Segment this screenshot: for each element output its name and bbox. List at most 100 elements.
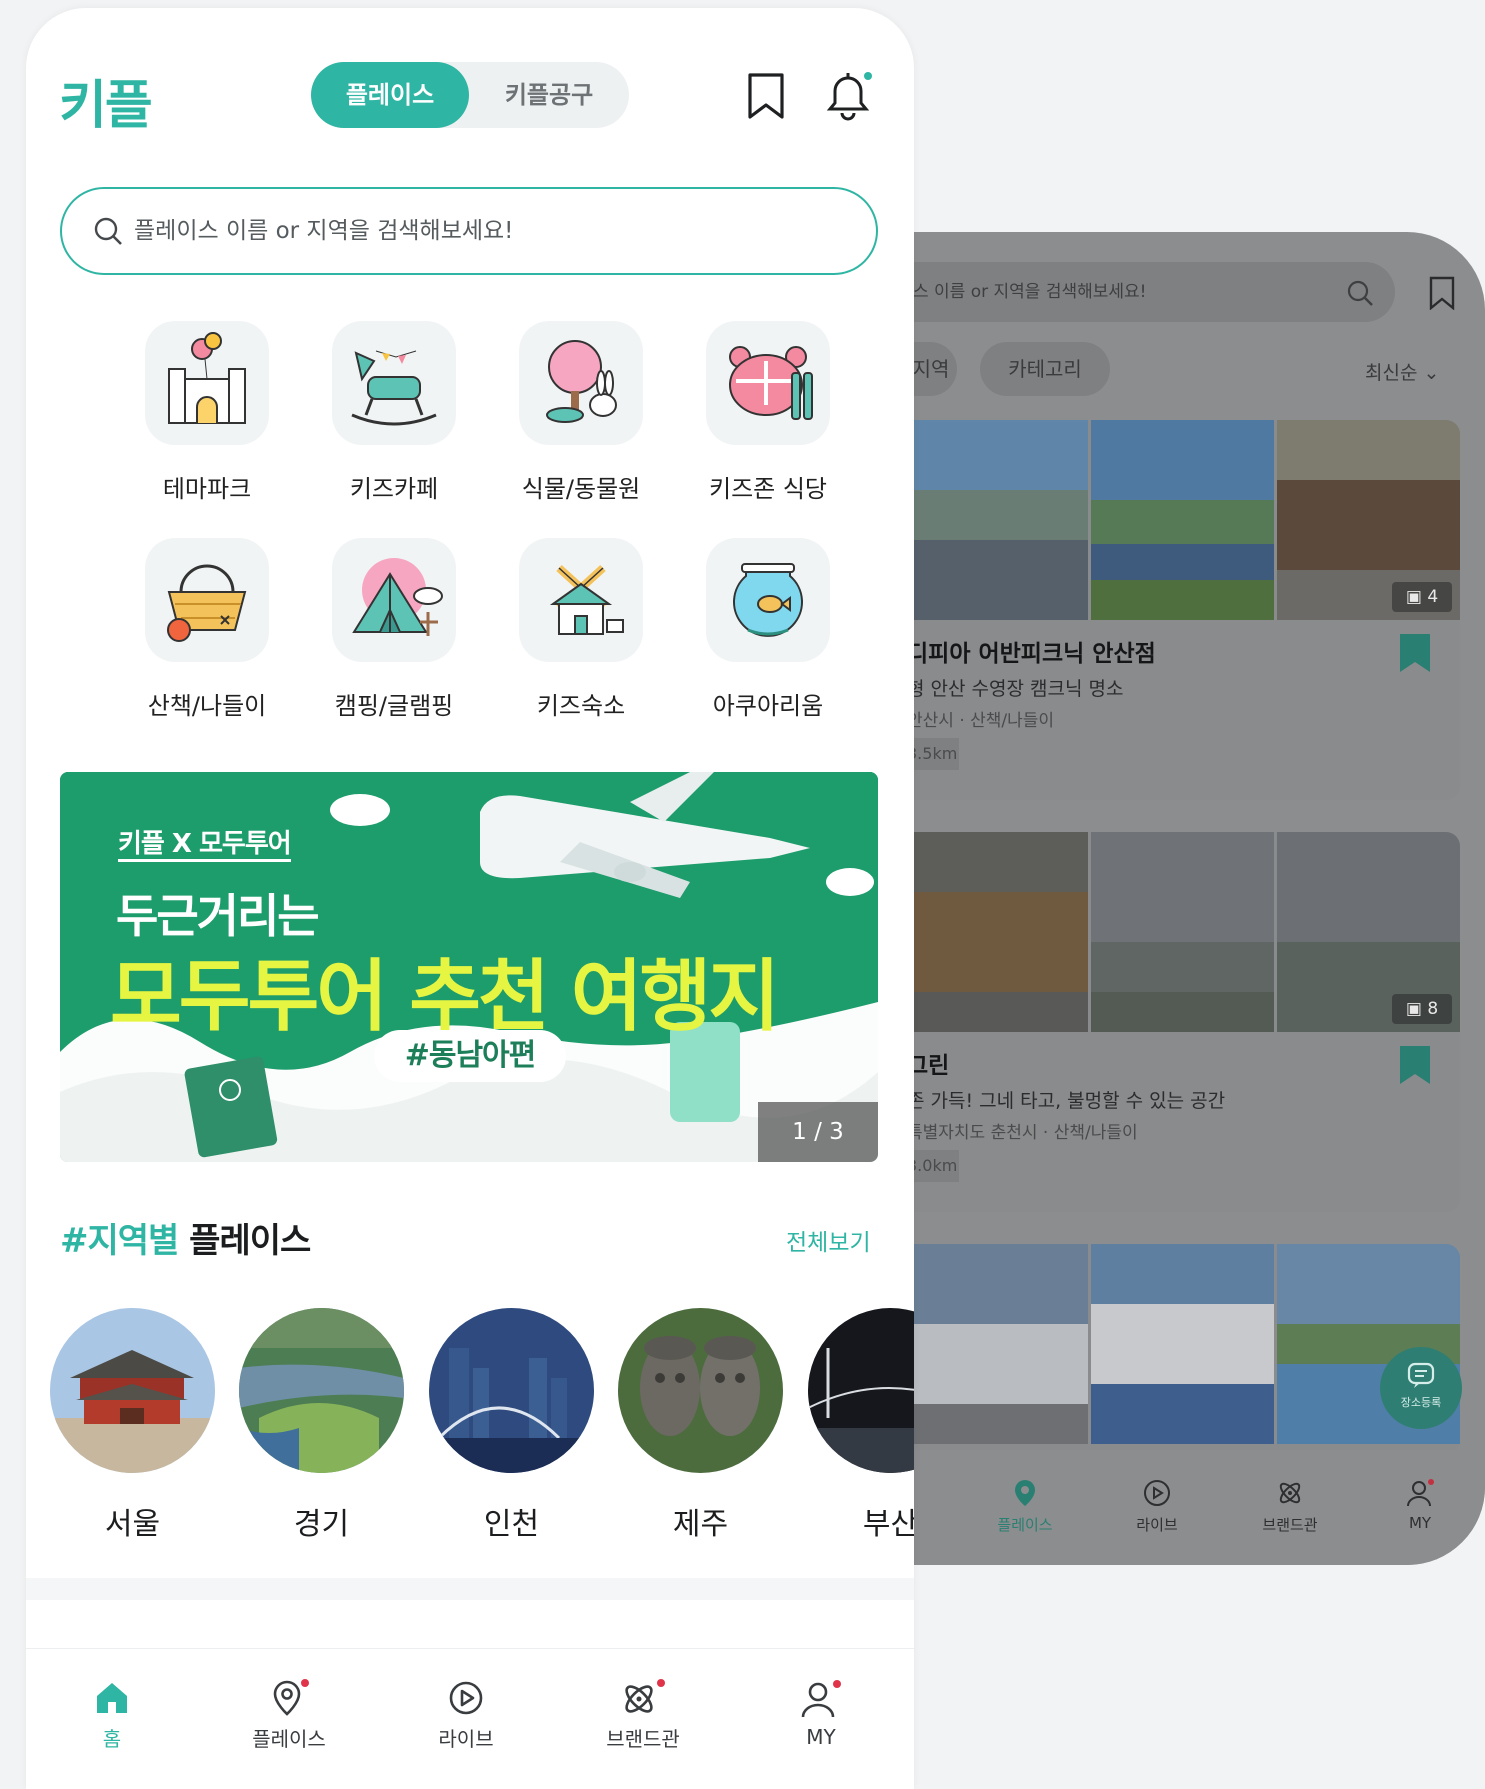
bg-card-title: 디피아 어반피크닉 안산점 [907, 641, 1156, 667]
region-gyeonggi[interactable]: 경기 [239, 1308, 404, 1543]
promo-banner[interactable]: 키플 X 모두투어 두근거리는 모두투어 추천 여행지 #동남아편 1 / 3 [60, 772, 878, 1162]
atom-icon [1279, 1482, 1301, 1504]
bg-card-desc: 형 안산 수영장 캠크닉 명소 [907, 678, 1124, 700]
bookmark-icon[interactable] [746, 72, 786, 120]
plate-cutlery-icon [706, 321, 830, 445]
nav-live[interactable]: 라이브 [406, 1679, 526, 1752]
bg-photo [1091, 420, 1274, 620]
bg-bookmark-icon[interactable] [1427, 276, 1457, 310]
region-photo [808, 1308, 914, 1473]
image-icon: ▣ [1405, 587, 1422, 607]
bg-nav-my[interactable]: MY [1365, 1478, 1475, 1532]
region-jeju[interactable]: 제주 [618, 1308, 783, 1543]
bg-photo [1091, 1244, 1274, 1444]
region-photo [50, 1308, 215, 1473]
banner-page-indicator: 1 / 3 [758, 1102, 878, 1162]
region-photo [618, 1308, 783, 1473]
section-hash: #지역별 [60, 1221, 179, 1261]
user-icon [1407, 1479, 1434, 1507]
search-input[interactable]: 플레이스 이름 or 지역을 검색해보세요! [60, 187, 878, 275]
region-incheon[interactable]: 인천 [429, 1308, 594, 1543]
bottom-nav: 홈 플레이스 라이브 브랜드관 MY [26, 1648, 914, 1789]
bg-photo-count: ▣ 4 [1392, 582, 1452, 612]
search-icon [94, 217, 122, 245]
category-aquarium[interactable]: 아쿠아리움 [683, 538, 853, 721]
category-kids-stay[interactable]: 키즈숙소 [496, 538, 666, 721]
bg-photo [905, 832, 1088, 1032]
bg-bottom-nav: 플레이스 라이브 브랜드관 MY [905, 1450, 1485, 1565]
bg-place-card[interactable]: ▣ 4 디피아 어반피크닉 안산점 형 안산 수영장 캠크닉 명소 안산시 · … [905, 420, 1460, 800]
bg-card-photos [905, 1244, 1460, 1444]
category-label: 키즈숙소 [536, 692, 626, 720]
category-label: 캠핑/글램핑 [334, 692, 454, 720]
section-divider [26, 1578, 914, 1600]
bg-photo-count-value: 4 [1427, 587, 1439, 607]
bell-icon[interactable] [826, 70, 874, 122]
notification-dot [1428, 1479, 1434, 1485]
app-logo[interactable]: 키플 [59, 63, 153, 138]
bg-sort-dropdown[interactable]: 최신순 ⌄ [1365, 358, 1439, 385]
category-camping-glamping[interactable]: 캠핑/글램핑 [309, 538, 479, 721]
bg-card-address: 안산시 · 산책/나들이 [907, 711, 1055, 731]
segment-place-tab[interactable]: 플레이스 [311, 62, 469, 128]
bg-nav-live[interactable]: 라이브 [1102, 1478, 1212, 1535]
bg-nav-place[interactable]: 플레이스 [970, 1478, 1080, 1535]
play-circle-icon [449, 1681, 483, 1715]
bg-nav-label: 플레이스 [997, 1516, 1053, 1534]
bg-card-photos [905, 420, 1460, 620]
bg-place-card[interactable]: ▣ 8 그린 존 가득! 그네 타고, 불멍할 수 있는 공간 특별자치도 춘천… [905, 832, 1460, 1212]
category-walk-outing[interactable]: 산책/나들이 [122, 538, 292, 721]
segment-toggle: 플레이스 키플공구 [311, 62, 629, 128]
bg-place-card[interactable] [905, 1244, 1460, 1454]
bg-bookmark-filled-icon[interactable] [1400, 634, 1430, 672]
bg-nav-brand[interactable]: 브랜드관 [1235, 1478, 1345, 1535]
category-botanical-zoo[interactable]: 식물/동물원 [496, 321, 666, 504]
nav-home[interactable]: 홈 [52, 1679, 172, 1752]
chat-bubble-icon [1407, 1362, 1435, 1388]
segment-group-buy-tab[interactable]: 키플공구 [469, 62, 629, 128]
region-seoul[interactable]: 서울 [50, 1308, 215, 1543]
main-phone-screen: 키플 플레이스 키플공구 플레이스 이름 or 지역을 검색해보세요! 테마파크… [26, 8, 914, 1789]
region-busan[interactable]: 부산 [808, 1308, 914, 1543]
region-photo [429, 1308, 594, 1473]
bg-fab-label: 장소등록 [1400, 1396, 1442, 1409]
category-label: 아쿠아리움 [712, 692, 824, 720]
bg-photo [905, 420, 1088, 620]
section-title-text: 플레이스 [189, 1221, 311, 1261]
bg-bookmark-filled-icon[interactable] [1400, 1046, 1430, 1084]
banner-subtitle: 키플 X 모두투어 [118, 829, 292, 862]
picnic-basket-icon [145, 538, 269, 662]
image-icon: ▣ [1405, 999, 1422, 1019]
fishbowl-icon [706, 538, 830, 662]
bg-photo [905, 1244, 1088, 1444]
region-label: 경기 [293, 1507, 350, 1542]
category-kids-cafe[interactable]: 키즈카페 [309, 321, 479, 504]
nav-place[interactable]: 플레이스 [229, 1679, 349, 1752]
bg-nav-label: MY [1408, 1514, 1432, 1532]
category-label: 테마파크 [162, 475, 252, 503]
bg-register-place-fab[interactable]: 장소등록 [1380, 1347, 1462, 1429]
region-label: 서울 [104, 1507, 161, 1542]
bg-card-desc: 존 가득! 그네 타고, 불멍할 수 있는 공간 [907, 1090, 1226, 1112]
nav-brand[interactable]: 브랜드관 [583, 1679, 703, 1752]
bg-nav-label: 브랜드관 [1262, 1516, 1318, 1534]
view-all-link[interactable]: 전체보기 [786, 1223, 871, 1257]
bg-search-input[interactable]: 스 이름 or 지역을 검색해보세요! [905, 262, 1395, 322]
region-label: 부산 [862, 1507, 914, 1542]
category-kids-restaurant[interactable]: 키즈존 식당 [683, 321, 853, 504]
atom-icon [625, 1679, 665, 1713]
notification-dot [833, 1680, 841, 1688]
location-pin-icon [273, 1679, 309, 1716]
bg-search-icon[interactable] [1345, 278, 1375, 308]
bg-card-photos [905, 832, 1460, 1032]
tent-icon [332, 538, 456, 662]
bg-filter-chip-category[interactable]: 카테고리 [980, 342, 1110, 396]
notification-dot [301, 1679, 309, 1687]
category-label: 키즈존 식당 [708, 475, 828, 503]
bg-photo-count-value: 8 [1427, 999, 1439, 1019]
category-label: 식물/동물원 [521, 475, 641, 503]
nav-my[interactable]: MY [761, 1679, 881, 1749]
category-label: 키즈카페 [349, 475, 439, 503]
play-circle-icon [1144, 1480, 1170, 1506]
category-theme-park[interactable]: 테마파크 [122, 321, 292, 504]
